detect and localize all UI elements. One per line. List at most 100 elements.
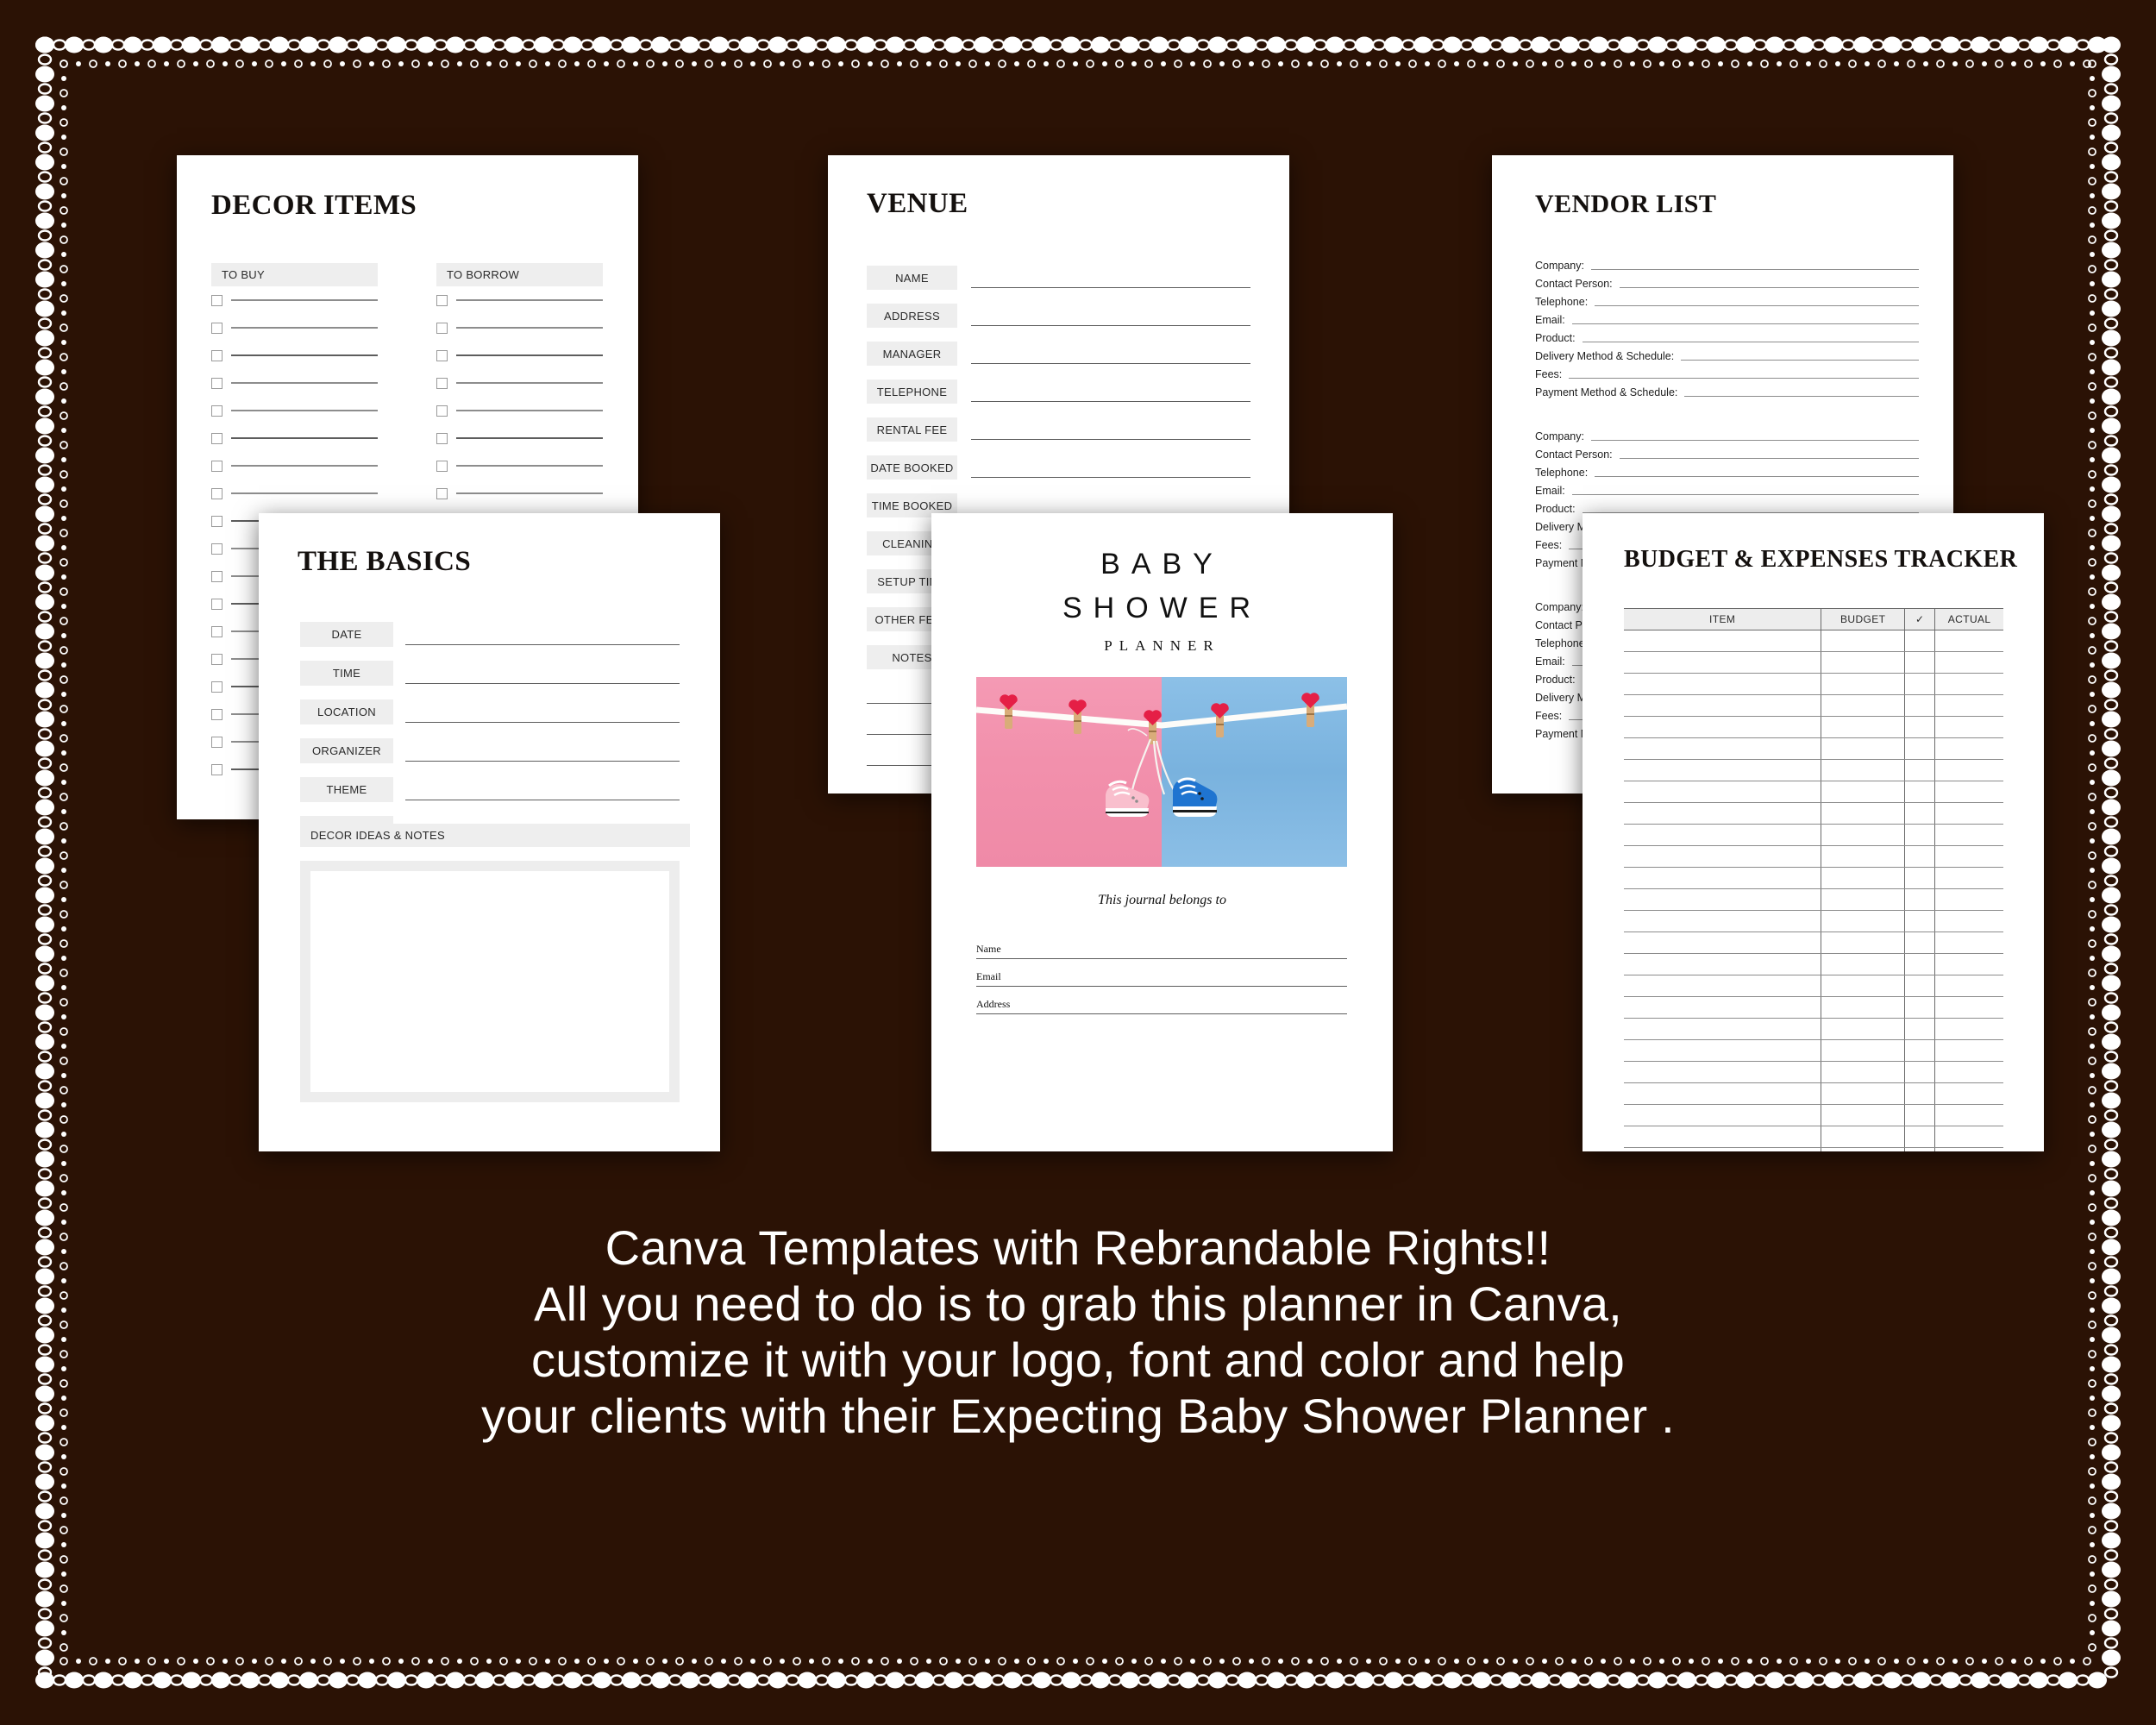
cell-budget[interactable] xyxy=(1821,781,1906,803)
cell-actual[interactable] xyxy=(1934,673,2003,695)
cell-item[interactable] xyxy=(1624,673,1822,695)
write-line[interactable] xyxy=(231,354,378,356)
write-line[interactable] xyxy=(456,437,603,439)
cell-budget[interactable] xyxy=(1821,845,1906,868)
cell-item[interactable] xyxy=(1624,1126,1822,1148)
cell-check[interactable] xyxy=(1904,1039,1936,1062)
cell-budget[interactable] xyxy=(1821,1018,1906,1040)
vendor-field-input[interactable] xyxy=(1619,457,1919,461)
cell-check[interactable] xyxy=(1904,1061,1936,1083)
cell-item[interactable] xyxy=(1624,1039,1822,1062)
table-row[interactable] xyxy=(1624,1039,2003,1062)
table-row[interactable] xyxy=(1624,888,2003,911)
table-row[interactable] xyxy=(1624,1104,2003,1126)
checkbox-row[interactable] xyxy=(436,286,603,314)
checkbox-icon[interactable] xyxy=(211,432,222,444)
cell-check[interactable] xyxy=(1904,1018,1936,1040)
cell-actual[interactable] xyxy=(1934,996,2003,1019)
basics-field-input[interactable] xyxy=(405,682,680,686)
write-line[interactable] xyxy=(231,382,378,384)
venue-field-input[interactable] xyxy=(971,362,1250,366)
checkbox-icon[interactable] xyxy=(436,294,448,306)
write-line[interactable] xyxy=(456,327,603,329)
cell-budget[interactable] xyxy=(1821,975,1906,997)
vendor-field-input[interactable] xyxy=(1571,323,1919,327)
cell-budget[interactable] xyxy=(1821,824,1906,846)
cell-check[interactable] xyxy=(1904,673,1936,695)
cell-budget[interactable] xyxy=(1821,651,1906,674)
write-line[interactable] xyxy=(231,465,378,467)
checkbox-icon[interactable] xyxy=(436,377,448,389)
checkbox-icon[interactable] xyxy=(211,763,222,775)
checkbox-icon[interactable] xyxy=(211,322,222,334)
venue-field-input[interactable] xyxy=(971,286,1250,290)
cell-actual[interactable] xyxy=(1934,1061,2003,1083)
checkbox-row[interactable] xyxy=(211,397,378,424)
cell-actual[interactable] xyxy=(1934,1039,2003,1062)
checkbox-row[interactable] xyxy=(436,452,603,480)
cell-budget[interactable] xyxy=(1821,716,1906,738)
cell-actual[interactable] xyxy=(1934,910,2003,932)
basics-field-input[interactable] xyxy=(405,760,680,763)
cell-item[interactable] xyxy=(1624,737,1822,760)
checkbox-row[interactable] xyxy=(436,369,603,397)
cell-actual[interactable] xyxy=(1934,975,2003,997)
checkbox-row[interactable] xyxy=(211,314,378,342)
cover-field-row[interactable]: Address xyxy=(976,987,1347,1014)
table-row[interactable] xyxy=(1624,630,2003,652)
checkbox-row[interactable] xyxy=(436,342,603,369)
checkbox-icon[interactable] xyxy=(211,570,222,582)
checkbox-row[interactable] xyxy=(211,452,378,480)
table-row[interactable] xyxy=(1624,1018,2003,1040)
cell-check[interactable] xyxy=(1904,953,1936,975)
checkbox-row[interactable] xyxy=(436,424,603,452)
cell-budget[interactable] xyxy=(1821,932,1906,954)
cell-budget[interactable] xyxy=(1821,1082,1906,1105)
checkbox-icon[interactable] xyxy=(211,294,222,306)
checkbox-row[interactable] xyxy=(211,424,378,452)
table-row[interactable] xyxy=(1624,716,2003,738)
cell-item[interactable] xyxy=(1624,824,1822,846)
table-row[interactable] xyxy=(1624,651,2003,674)
cell-total-budget[interactable] xyxy=(1821,1147,1906,1151)
checkbox-icon[interactable] xyxy=(211,377,222,389)
notes-writing-area[interactable] xyxy=(310,871,669,1092)
write-line[interactable] xyxy=(231,437,378,439)
write-line[interactable] xyxy=(231,299,378,301)
basics-field-input[interactable] xyxy=(405,643,680,647)
vendor-field-input[interactable] xyxy=(1571,493,1919,498)
cell-budget[interactable] xyxy=(1821,802,1906,825)
table-row[interactable] xyxy=(1624,975,2003,997)
table-row[interactable] xyxy=(1624,910,2003,932)
checkbox-row[interactable] xyxy=(211,342,378,369)
cell-actual[interactable] xyxy=(1934,651,2003,674)
checkbox-icon[interactable] xyxy=(211,460,222,472)
cell-item[interactable] xyxy=(1624,1018,1822,1040)
cell-item[interactable] xyxy=(1624,802,1822,825)
vendor-field-input[interactable] xyxy=(1582,341,1919,345)
cell-actual[interactable] xyxy=(1934,694,2003,717)
cell-actual[interactable] xyxy=(1934,867,2003,889)
table-row[interactable] xyxy=(1624,1082,2003,1105)
checkbox-icon[interactable] xyxy=(211,653,222,665)
checkbox-icon[interactable] xyxy=(211,598,222,610)
table-row[interactable] xyxy=(1624,759,2003,781)
cell-check[interactable] xyxy=(1904,716,1936,738)
cell-actual[interactable] xyxy=(1934,845,2003,868)
vendor-field-input[interactable] xyxy=(1590,439,1919,443)
cell-check[interactable] xyxy=(1904,781,1936,803)
cover-field-row[interactable]: Email xyxy=(976,959,1347,987)
cell-total-check[interactable] xyxy=(1904,1147,1936,1151)
cell-budget[interactable] xyxy=(1821,694,1906,717)
table-row[interactable] xyxy=(1624,996,2003,1019)
vendor-field-input[interactable] xyxy=(1595,304,1919,309)
cell-actual[interactable] xyxy=(1934,781,2003,803)
checkbox-icon[interactable] xyxy=(211,349,222,361)
table-row[interactable] xyxy=(1624,673,2003,695)
write-line[interactable] xyxy=(231,327,378,329)
checkbox-icon[interactable] xyxy=(436,432,448,444)
cell-budget[interactable] xyxy=(1821,737,1906,760)
write-line[interactable] xyxy=(456,382,603,384)
vendor-field-input[interactable] xyxy=(1684,395,1919,399)
cell-check[interactable] xyxy=(1904,1104,1936,1126)
